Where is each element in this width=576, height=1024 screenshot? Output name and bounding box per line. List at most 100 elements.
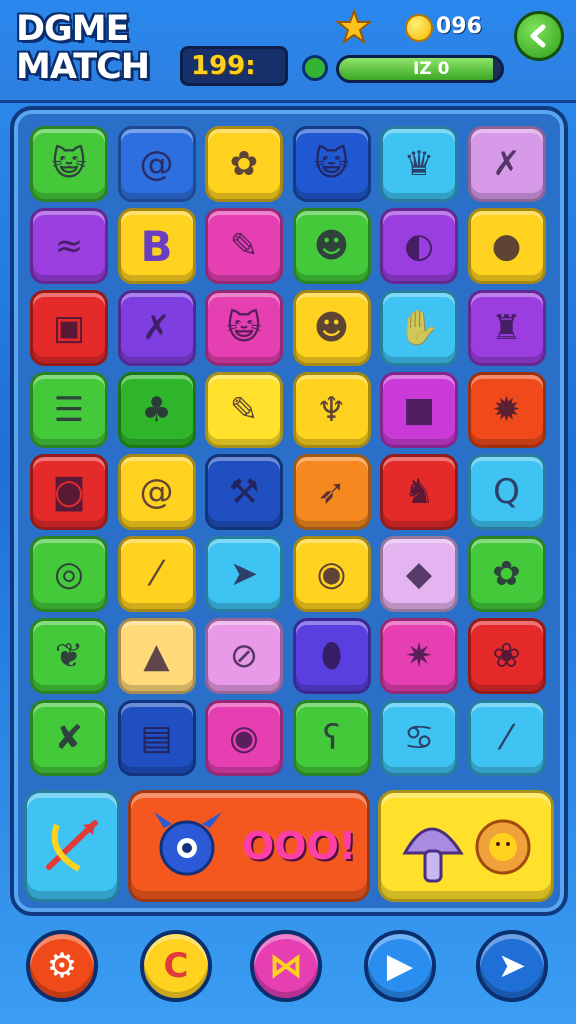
tile-monster-face[interactable]: ☻: [292, 208, 371, 284]
balloon-icon: ◐: [404, 226, 434, 266]
bear-face-icon: ʕ: [322, 718, 341, 758]
tile-gem[interactable]: ◆: [380, 536, 458, 612]
tile-whale[interactable]: ≈: [30, 208, 108, 284]
tile-ring[interactable]: ⊘: [205, 618, 283, 694]
tile-rocket[interactable]: ➶: [292, 454, 371, 530]
coin-icon: [405, 14, 433, 42]
tile-devil-face[interactable]: ♋: [380, 700, 458, 776]
cat-face-icon: 😺: [226, 308, 262, 348]
tile-crown[interactable]: ♛: [380, 126, 458, 202]
sun-flower-icon: ✿: [229, 144, 259, 184]
tile-gear[interactable]: ✹: [467, 372, 546, 448]
tile-cactus[interactable]: ♆: [292, 372, 371, 448]
tile-brush[interactable]: ⁄: [117, 536, 196, 612]
tile-leaf-sprout[interactable]: ♣: [117, 372, 196, 448]
big-tile-mushroom-flower[interactable]: [378, 790, 554, 902]
monster-combo-icon: [153, 812, 222, 876]
monster-face-icon: ☻: [313, 226, 350, 266]
tile-egg[interactable]: ⬮: [292, 618, 371, 694]
tile-snail[interactable]: @: [117, 454, 196, 530]
bow-tie-icon: ⋈: [269, 946, 303, 986]
blob-icon: ●: [491, 226, 522, 266]
game-title: DGME MATCH: [16, 10, 176, 86]
crown-icon: ♛: [403, 144, 435, 184]
tile-pickaxe[interactable]: ⚒: [205, 454, 283, 530]
tile-spiral[interactable]: @: [117, 126, 196, 202]
notebook-icon: ☰: [53, 390, 85, 430]
arrow-cross-icon: ✘: [54, 718, 84, 758]
ghost-icon: ▲: [143, 636, 170, 676]
star-icon: [336, 9, 372, 45]
progress-text: IZ 0: [413, 59, 450, 79]
tile-sun-flower[interactable]: ✿: [467, 536, 546, 612]
star-icon: ✷: [404, 636, 434, 676]
tile-crossed-tools[interactable]: ✗: [117, 290, 196, 366]
sun-flower-icon: ✿: [492, 554, 521, 594]
bow-arrow-icon: [46, 820, 98, 872]
tile-arrow-cross[interactable]: ✘: [30, 700, 108, 776]
score-display: 199:: [180, 46, 288, 86]
brush-icon: ⁄: [153, 554, 160, 594]
gear-icon: ✹: [492, 390, 521, 430]
tile-pencil-leaf[interactable]: ✎: [205, 208, 283, 284]
play-square-button[interactable]: ▶: [364, 930, 436, 1002]
drum-icon: ▣: [52, 308, 86, 348]
play-square-icon: ▶: [386, 946, 414, 986]
tile-cat-face[interactable]: 😺: [30, 126, 108, 202]
tile-letter-q[interactable]: Q: [467, 454, 546, 530]
egg-icon: ⬮: [320, 636, 343, 676]
coin-c-button[interactable]: C: [140, 930, 212, 1002]
ring-icon: ⊘: [229, 636, 259, 676]
tile-balloon[interactable]: ◐: [380, 208, 458, 284]
swirl-icon: ◎: [54, 554, 84, 594]
tile-pencil[interactable]: ✎: [205, 372, 283, 448]
tile-notebook[interactable]: ☰: [30, 372, 108, 448]
back-button[interactable]: [514, 11, 564, 61]
tile-leaf[interactable]: ❦: [30, 618, 108, 694]
leaf-icon: ❦: [54, 636, 84, 676]
title-line-2: MATCH: [16, 47, 150, 87]
tile-mitten[interactable]: ✋: [380, 290, 458, 366]
tile-monster-face[interactable]: ☻: [292, 290, 371, 366]
tile-ghost[interactable]: ▲: [117, 618, 196, 694]
next-arrow-button[interactable]: ➤: [476, 930, 548, 1002]
robot-icon: ♜: [491, 308, 522, 348]
tile-swirl[interactable]: ◎: [30, 536, 108, 612]
tile-crossed-tools[interactable]: ✗: [467, 126, 546, 202]
mitten-icon: ✋: [397, 308, 441, 348]
tile-cat-face[interactable]: 😺: [205, 290, 283, 366]
tile-square-block[interactable]: ■: [380, 372, 458, 448]
big-tile-bow-arrow[interactable]: [24, 790, 120, 902]
spiral-icon: @: [139, 144, 174, 184]
settings-gear-button[interactable]: ⚙: [26, 930, 98, 1002]
bow-tie-button[interactable]: ⋈: [250, 930, 322, 1002]
whale-icon: ≈: [54, 226, 84, 266]
tile-trash-can[interactable]: ▤: [117, 700, 196, 776]
fox-icon: ♞: [403, 472, 435, 512]
tile-cat-face[interactable]: 😺: [292, 126, 371, 202]
tile-camera[interactable]: ◙: [30, 454, 108, 530]
pencil-leaf-icon: ✎: [229, 226, 259, 266]
tile-blob[interactable]: ●: [467, 208, 546, 284]
next-arrow-icon: ➤: [497, 946, 527, 986]
cat-face-icon: 😺: [313, 144, 350, 184]
tile-arrow[interactable]: ➤: [205, 536, 283, 612]
coin-c-icon: C: [163, 946, 189, 986]
tile-shell[interactable]: ◉: [205, 700, 283, 776]
trash-can-icon: ▤: [140, 718, 173, 758]
monster-face-icon: ☻: [313, 308, 350, 348]
pickaxe-icon: ⚒: [228, 472, 260, 512]
tile-robot[interactable]: ♜: [467, 290, 546, 366]
letter-b-icon: B: [140, 221, 173, 271]
flower-icon: ❀: [492, 636, 521, 676]
tile-fox[interactable]: ♞: [380, 454, 458, 530]
tile-sun-flower[interactable]: ✿: [205, 126, 283, 202]
big-tile-monster-combo[interactable]: OOO!: [128, 790, 370, 902]
tile-drum[interactable]: ▣: [30, 290, 108, 366]
tile-bear-face[interactable]: ʕ: [292, 700, 371, 776]
tile-shell[interactable]: ◉: [292, 536, 371, 612]
tile-flower[interactable]: ❀: [467, 618, 546, 694]
tile-letter-b[interactable]: B: [117, 208, 196, 284]
tile-star[interactable]: ✷: [380, 618, 458, 694]
tile-crayon[interactable]: ⁄: [467, 700, 546, 776]
